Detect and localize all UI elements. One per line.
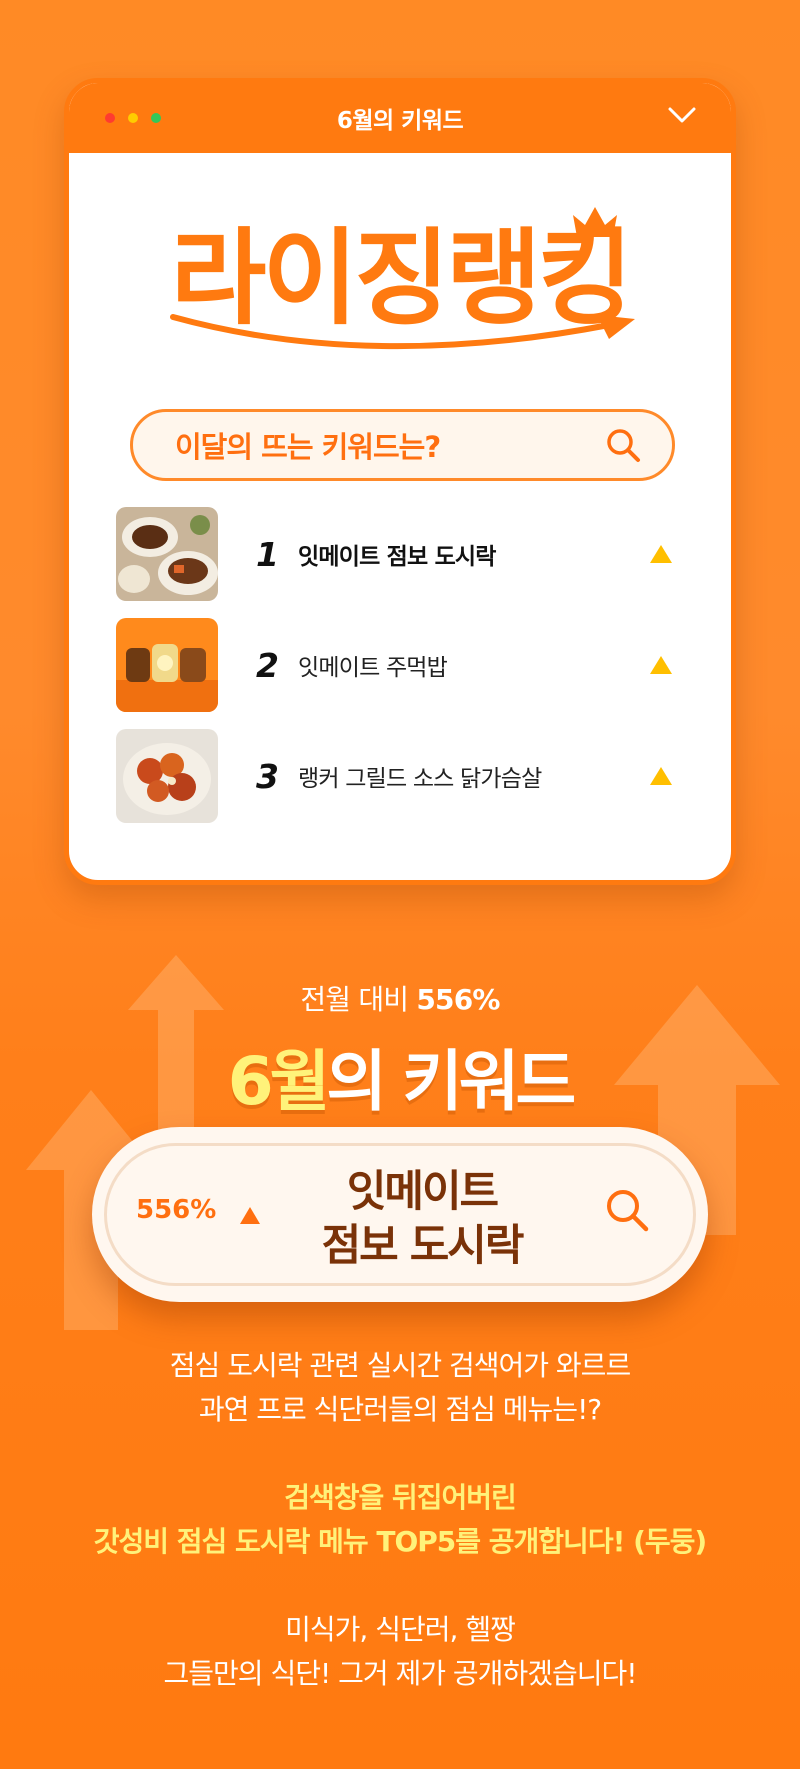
trend-up-icon [650, 545, 672, 563]
feature-title-rest: 의 키워드 [326, 1043, 576, 1120]
window-titlebar: 6월의 키워드 [69, 83, 731, 153]
ranking-item-3[interactable]: 3 랭커 그릴드 소스 닭가슴살 [116, 729, 686, 823]
highlight-paragraph: 검색창을 뒤집어버린 갓성비 점심 도시락 메뉴 TOP5를 공개합니다! (두… [0, 1476, 800, 1564]
food-bowl-icon [116, 507, 218, 601]
keyword-window: 6월의 키워드 라이징랭킹 이달의 뜨는 키워드는? 1 잇메이트 점보 도시락… [64, 78, 736, 885]
window-controls [105, 113, 161, 123]
close-dot[interactable] [105, 113, 115, 123]
ranking-item-2[interactable]: 2 잇메이트 주먹밥 [116, 618, 686, 712]
trend-up-icon [650, 656, 672, 674]
search-icon[interactable] [604, 426, 642, 464]
trend-up-icon [650, 767, 672, 785]
subhead-percent: 556% [416, 983, 500, 1016]
pill-keyword-line1: 잇메이트 [346, 1167, 499, 1217]
rank-label: 랭커 그릴드 소스 닭가슴살 [298, 766, 542, 792]
featured-keyword-searchbar[interactable]: 556% 잇메이트 점보 도시락 [92, 1127, 708, 1302]
highlight-line: 검색창을 뒤집어버린 [284, 1481, 517, 1514]
closing-line: 그들만의 식단! 그거 제가 공개하겠습니다! [163, 1657, 638, 1690]
subhead-prefix: 전월 대비 [300, 983, 417, 1016]
growth-subhead: 전월 대비 556% [0, 978, 800, 1018]
intro-paragraph: 점심 도시락 관련 실시간 검색어가 와르르 과연 프로 식단러들의 점심 메뉴… [0, 1344, 800, 1432]
closing-line: 미식가, 식단러, 헬짱 [285, 1613, 516, 1646]
closing-paragraph: 미식가, 식단러, 헬짱 그들만의 식단! 그거 제가 공개하겠습니다! [0, 1608, 800, 1696]
rice-ball-icon [116, 618, 218, 712]
feature-title-highlight: 6월 [227, 1043, 331, 1120]
pill-keyword-line2: 점보 도시락 [321, 1221, 525, 1271]
ranking-item-1[interactable]: 1 잇메이트 점보 도시락 [116, 507, 686, 601]
logo-crown-icon [573, 207, 617, 237]
logo-swoosh-icon [170, 314, 635, 350]
window-title: 6월의 키워드 [336, 108, 464, 134]
rank-label: 잇메이트 점보 도시락 [298, 544, 496, 570]
highlight-line: 갓성비 점심 도시락 메뉴 TOP5를 공개합니다! (두둥) [93, 1525, 707, 1558]
search-bar[interactable]: 이달의 뜨는 키워드는? [130, 409, 675, 481]
rank-label: 잇메이트 주먹밥 [298, 655, 448, 681]
rank-number: 3 [256, 756, 279, 796]
search-icon[interactable] [604, 1187, 650, 1233]
rank-number: 2 [256, 645, 279, 685]
page: { "window": { "title": "6월의 키워드", "dot_c… [0, 0, 800, 1769]
intro-line: 점심 도시락 관련 실시간 검색어가 와르르 [169, 1349, 631, 1382]
chevron-down-icon[interactable] [667, 105, 697, 125]
pill-percent: 556% [136, 1195, 217, 1225]
intro-line: 과연 프로 식단러들의 점심 메뉴는!? [198, 1393, 602, 1426]
chicken-icon [116, 729, 218, 823]
minimize-dot[interactable] [128, 113, 138, 123]
feature-title: 6월의 키워드 [0, 1028, 800, 1124]
trend-up-icon [240, 1207, 260, 1224]
search-placeholder: 이달의 뜨는 키워드는? [175, 430, 441, 464]
maximize-dot[interactable] [151, 113, 161, 123]
pill-keyword: 잇메이트 점보 도시락 [292, 1165, 552, 1273]
rank-number: 1 [256, 534, 279, 574]
